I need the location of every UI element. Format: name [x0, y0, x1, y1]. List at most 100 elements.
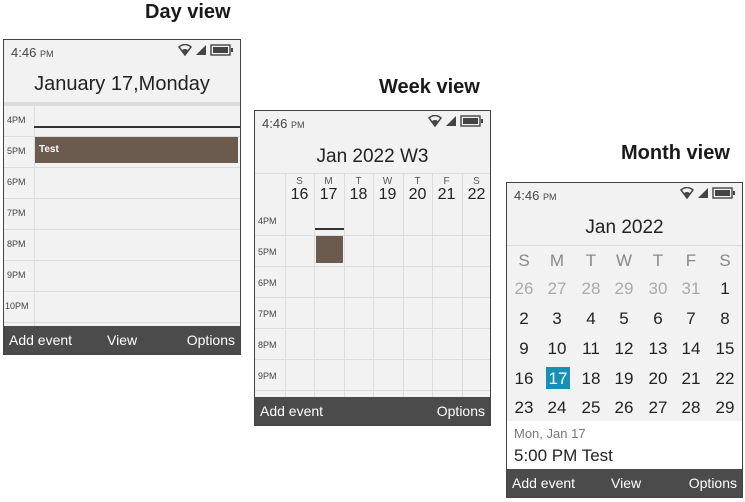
- wifi-icon: [680, 187, 694, 199]
- calendar-day-cell[interactable]: 2: [509, 309, 539, 329]
- calendar-day-cell[interactable]: 19: [609, 369, 639, 389]
- week-view-screen: 4:46 PM Jan 2022 W3 S 16 M 17 T 18 W 19 T 20 …: [254, 110, 491, 426]
- calendar-day-cell[interactable]: 16: [509, 369, 539, 389]
- week-day-header-cell[interactable]: W 19: [373, 177, 402, 203]
- calendar-day-cell[interactable]: 30: [643, 279, 673, 299]
- softkey-bar: Add event View Options: [4, 326, 240, 354]
- week-day-header-cell[interactable]: S 16: [285, 177, 314, 203]
- current-time-line: [34, 126, 240, 128]
- calendar-day-cell-selected[interactable]: 17: [546, 367, 570, 389]
- calendar-day-cell[interactable]: 23: [509, 398, 539, 418]
- hour-label: 5PM: [258, 247, 277, 257]
- calendar-day-cell[interactable]: 20: [643, 369, 673, 389]
- calendar-day-cell[interactable]: 8: [710, 309, 740, 329]
- battery-icon: [712, 187, 735, 199]
- hour-label: 8PM: [258, 340, 277, 350]
- calendar-day-cell[interactable]: 10: [542, 339, 572, 359]
- week-day-header-cell[interactable]: S 22: [462, 177, 490, 203]
- weekday-header: F: [685, 251, 697, 270]
- wifi-icon: [428, 115, 442, 127]
- wifi-icon: [178, 44, 192, 56]
- calendar-day-cell[interactable]: 27: [542, 279, 572, 299]
- current-time-line: [315, 228, 344, 230]
- add-event-softkey[interactable]: Add event: [260, 403, 323, 419]
- view-softkey[interactable]: View: [611, 475, 641, 491]
- hour-label: 10PM: [5, 301, 29, 311]
- battery-icon: [210, 44, 233, 56]
- softkey-bar: Add event Options: [255, 397, 490, 425]
- calendar-day-cell[interactable]: 11: [576, 339, 606, 359]
- options-softkey[interactable]: Options: [437, 403, 485, 419]
- day-view-screen: 4:46 PM January 17,Monday 4PM 5PM 6PM 7P…: [3, 39, 241, 355]
- hour-label: 9PM: [7, 270, 26, 280]
- options-softkey[interactable]: Options: [187, 332, 235, 348]
- agenda-item[interactable]: 5:00 PM Test: [514, 446, 613, 466]
- calendar-day-cell[interactable]: 6: [643, 309, 673, 329]
- calendar-day-cell[interactable]: 4: [576, 309, 606, 329]
- status-bar: 4:46 PM: [255, 111, 490, 133]
- day-timeline[interactable]: 4PM 5PM 6PM 7PM 8PM 9PM 10PM Test: [4, 106, 240, 326]
- status-time: 4:46 PM: [262, 116, 305, 131]
- calendar-day-cell[interactable]: 21: [676, 369, 706, 389]
- calendar-day-cell[interactable]: 13: [643, 339, 673, 359]
- hour-label: 7PM: [7, 208, 26, 218]
- calendar-day-cell[interactable]: 5: [609, 309, 639, 329]
- softkey-bar: Add event View Options: [507, 469, 742, 497]
- calendar-day-cell[interactable]: 9: [509, 339, 539, 359]
- calendar-day-cell[interactable]: 1: [710, 279, 740, 299]
- calendar-day-cell[interactable]: 3: [542, 309, 572, 329]
- weekday-header: S: [518, 251, 530, 270]
- calendar-day-cell[interactable]: 26: [609, 398, 639, 418]
- calendar-day-cell[interactable]: 29: [609, 279, 639, 299]
- day-title: January 17,Monday: [34, 73, 210, 95]
- hour-label: 5PM: [7, 146, 26, 156]
- status-bar: 4:46 PM: [4, 40, 240, 62]
- calendar-day-cell[interactable]: 28: [576, 279, 606, 299]
- calendar-day-cell[interactable]: 18: [576, 369, 606, 389]
- week-day-header-cell[interactable]: T 18: [344, 177, 373, 203]
- day-view-heading: Day view: [145, 1, 231, 23]
- week-day-header-cell[interactable]: T 20: [403, 177, 432, 203]
- weekday-header: S: [719, 251, 731, 270]
- status-time: 4:46 PM: [11, 45, 54, 60]
- month-title: Jan 2022: [585, 217, 664, 238]
- add-event-softkey[interactable]: Add event: [9, 332, 72, 348]
- calendar-day-cell[interactable]: 29: [710, 398, 740, 418]
- calendar-day-cell[interactable]: 26: [509, 279, 539, 299]
- week-day-header-cell[interactable]: M 17: [314, 177, 343, 203]
- add-event-softkey[interactable]: Add event: [512, 475, 575, 491]
- status-bar: 4:46 PM: [507, 183, 742, 205]
- hour-label: 6PM: [258, 278, 277, 288]
- weekday-header: W: [615, 251, 633, 270]
- hour-label: 7PM: [258, 309, 277, 319]
- calendar-day-cell[interactable]: 12: [609, 339, 639, 359]
- month-view-screen: 4:46 PM Jan 2022 S M T W T F S 26 27 28 …: [506, 182, 743, 498]
- calendar-day-cell[interactable]: 25: [576, 398, 606, 418]
- signal-icon: [698, 188, 708, 198]
- view-softkey[interactable]: View: [107, 332, 137, 348]
- month-view-heading: Month view: [621, 142, 730, 164]
- week-grid[interactable]: 4PM 5PM 6PM 7PM 8PM 9PM: [255, 174, 490, 397]
- calendar-day-cell[interactable]: 24: [542, 398, 572, 418]
- calendar-day-cell[interactable]: 7: [676, 309, 706, 329]
- calendar-day-cell[interactable]: 22: [710, 369, 740, 389]
- weekday-header: T: [585, 251, 597, 270]
- event-block[interactable]: [316, 236, 343, 263]
- calendar-day-cell[interactable]: 27: [643, 398, 673, 418]
- event-block[interactable]: Test: [35, 137, 238, 163]
- week-day-header-cell[interactable]: F 21: [432, 177, 461, 203]
- calendar-day-cell[interactable]: 31: [676, 279, 706, 299]
- calendar-day-cell[interactable]: 28: [676, 398, 706, 418]
- hour-label: 4PM: [7, 115, 26, 125]
- battery-icon: [460, 115, 483, 127]
- hour-label: 6PM: [7, 177, 26, 187]
- month-grid[interactable]: S M T W T F S 26 27 28 29 30 31 1 2 3 4 …: [507, 246, 742, 421]
- calendar-day-cell[interactable]: 15: [710, 339, 740, 359]
- hour-label: 8PM: [7, 239, 26, 249]
- calendar-day-cell[interactable]: 14: [676, 339, 706, 359]
- agenda-panel: Mon, Jan 17 5:00 PM Test: [507, 421, 742, 469]
- week-title: Jan 2022 W3: [316, 146, 429, 167]
- weekday-header: T: [652, 251, 664, 270]
- options-softkey[interactable]: Options: [689, 475, 737, 491]
- event-title: Test: [39, 144, 59, 155]
